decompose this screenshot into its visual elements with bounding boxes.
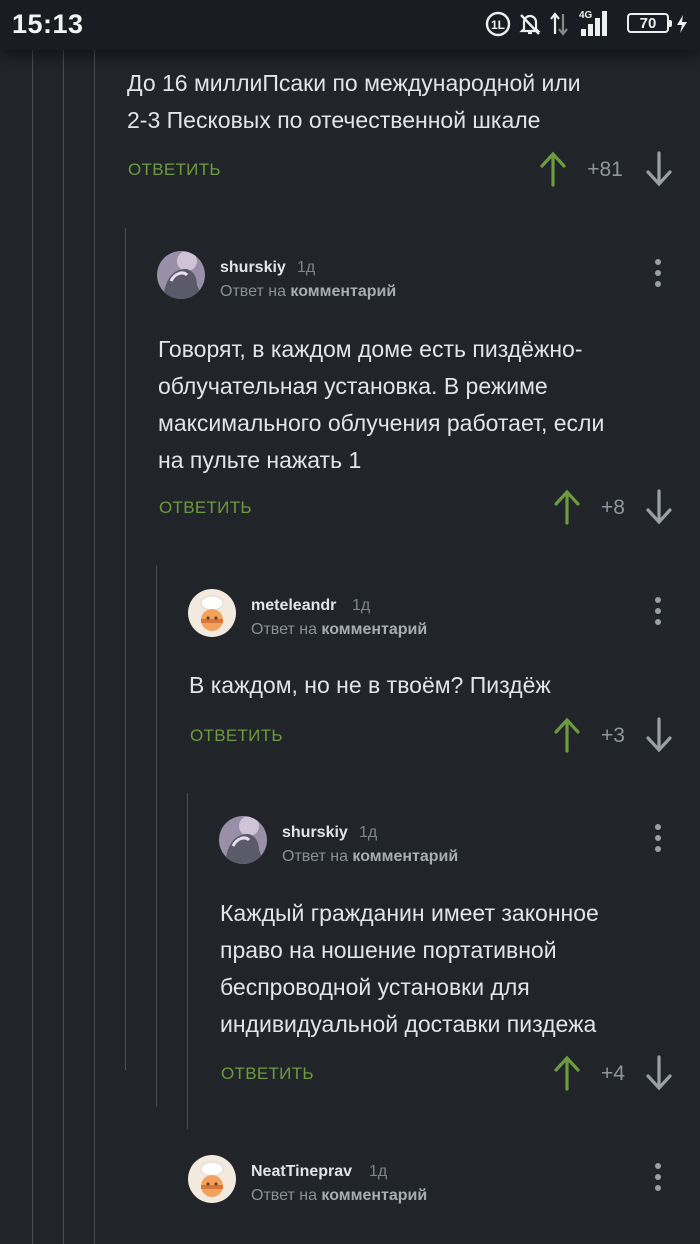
reply-to-prefix: Ответ на (251, 621, 317, 638)
reply-to-link[interactable]: комментарий (290, 283, 396, 300)
comment-text-line: В каждом, но не в твоём? Пиздёж (189, 672, 551, 698)
comment-text-line: Говорят, в каждом доме есть пиздёжно- (158, 336, 583, 362)
comment-text-line: право на ношение портативной (220, 937, 557, 963)
comment-age: 1д (297, 259, 316, 276)
comment-score: +3 (601, 724, 625, 747)
comment-score: +81 (587, 158, 623, 181)
more-options-icon[interactable] (648, 821, 668, 857)
comment-text-line: До 16 миллиПсаки по международной или (127, 70, 581, 96)
battery-icon: 70 (627, 13, 672, 33)
more-options-icon[interactable] (648, 1160, 668, 1196)
comment-text: До 16 миллиПсаки по международной или 2-… (127, 65, 581, 139)
comment-text: В каждом, но не в твоём? Пиздёж (189, 667, 551, 704)
status-time: 15:13 (12, 9, 84, 39)
thread-line (94, 50, 95, 1244)
reply-to-link[interactable]: комментарий (321, 1187, 427, 1204)
comment-age: 1д (359, 824, 378, 841)
avatar[interactable] (188, 1155, 236, 1203)
comment-text-line: максимального облучения работает, если (158, 410, 605, 436)
reply-button[interactable]: ОТВЕТИТЬ (159, 498, 252, 518)
comment-text-line: Каждый гражданин имеет законное (220, 900, 599, 926)
reply-to-prefix: Ответ на (251, 1187, 317, 1204)
data-saver-icon: 1L (485, 11, 511, 37)
comment-text-line: индивидуальной доставки пиздежа (220, 1011, 597, 1037)
comment-score: +4 (601, 1062, 625, 1085)
thread-line (187, 793, 188, 1129)
upvote-arrow-icon[interactable] (538, 151, 568, 187)
status-bar: 15:13 1L 4G 70 (0, 0, 700, 50)
notifications-off-icon (519, 14, 541, 35)
reply-to-link[interactable]: комментарий (321, 621, 427, 638)
avatar[interactable] (219, 816, 267, 864)
comment-text: Говорят, в каждом доме есть пиздёжно- об… (158, 331, 604, 479)
charging-icon (677, 15, 687, 33)
comment-text-line: беспроводной установки для (220, 974, 530, 1000)
reply-to-info: Ответ на комментарий (251, 621, 427, 639)
comment-author[interactable]: shurskiy (282, 824, 348, 842)
upvote-arrow-icon[interactable] (552, 717, 582, 753)
reply-to-link[interactable]: комментарий (352, 848, 458, 865)
upvote-arrow-icon[interactable] (552, 489, 582, 525)
comment-author[interactable]: NeatTineprav (251, 1163, 352, 1181)
reply-to-prefix: Ответ на (220, 283, 286, 300)
comment-age: 1д (369, 1163, 388, 1180)
comment-text-line: облучательная установка. В режиме (158, 373, 548, 399)
more-options-icon[interactable] (648, 256, 668, 292)
thread-line (125, 228, 126, 1070)
svg-text:4G: 4G (579, 10, 593, 21)
avatar[interactable] (157, 251, 205, 299)
downvote-arrow-icon[interactable] (644, 717, 674, 753)
data-transfer-icon (550, 12, 568, 36)
thread-line (32, 50, 33, 1244)
comment-author[interactable]: shurskiy (220, 259, 286, 277)
reply-button[interactable]: ОТВЕТИТЬ (190, 726, 283, 746)
upvote-arrow-icon[interactable] (552, 1055, 582, 1091)
avatar[interactable] (188, 589, 236, 637)
comment-score: +8 (601, 496, 625, 519)
downvote-arrow-icon[interactable] (644, 489, 674, 525)
reply-to-info: Ответ на комментарий (251, 1187, 427, 1205)
reply-to-prefix: Ответ на (282, 848, 348, 865)
downvote-arrow-icon[interactable] (644, 151, 674, 187)
thread-line (156, 565, 157, 1107)
thread-line (63, 50, 64, 1244)
comment-text-line: на пульте нажать 1 (158, 447, 362, 473)
reply-to-info: Ответ на комментарий (220, 283, 396, 301)
comment-text-line: 2-3 Песковых по отечественной шкале (127, 107, 541, 133)
comment-age: 1д (352, 597, 371, 614)
reply-button[interactable]: ОТВЕТИТЬ (221, 1064, 314, 1084)
reply-button[interactable]: ОТВЕТИТЬ (128, 160, 221, 180)
comment-author[interactable]: meteleandr (251, 597, 336, 615)
svg-text:1L: 1L (491, 18, 505, 32)
signal-4g-icon: 4G (579, 10, 607, 36)
more-options-icon[interactable] (648, 594, 668, 630)
downvote-arrow-icon[interactable] (644, 1055, 674, 1091)
reply-to-info: Ответ на комментарий (282, 848, 458, 866)
comment-text: Каждый гражданин имеет законное право на… (220, 895, 599, 1043)
battery-level: 70 (627, 13, 672, 33)
